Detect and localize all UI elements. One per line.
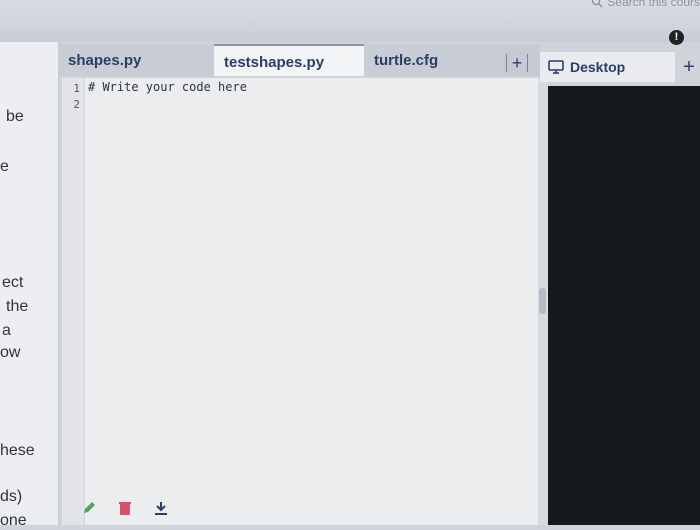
instruction-fragment: one [0,512,27,529]
tab-testshapes-py[interactable]: testshapes.py [214,44,364,76]
top-bar: Search this cours [0,0,700,42]
search-icon [592,0,603,8]
tab-label: shapes.py [68,52,142,69]
monitor-icon [548,60,564,74]
desktop-terminal[interactable] [548,86,700,525]
search-box[interactable]: Search this cours [591,0,700,9]
editor-tab-bar: shapes.py testshapes.py turtle.cfg [58,44,540,76]
info-icon[interactable]: ! [669,30,684,45]
tab-turtle-cfg[interactable]: turtle.cfg [364,44,504,76]
instruction-fragment: hese [0,442,35,459]
tab-shapes-py[interactable]: shapes.py [58,44,214,76]
tab-label: testshapes.py [224,54,325,71]
instruction-fragment: e [0,158,9,175]
pencil-icon[interactable] [80,499,98,517]
scroll-thumb[interactable] [539,288,546,314]
add-desktop-button[interactable]: + [678,56,700,79]
instruction-fragment: ow [0,344,21,361]
tab-label: turtle.cfg [374,52,439,69]
code-editor[interactable] [62,78,538,525]
desktop-tab-label: Desktop [570,59,626,75]
code-line[interactable]: # Write your code here [88,80,247,94]
desktop-tab[interactable]: Desktop [540,52,675,82]
instructions-panel: be e ect the a ow hese ds) one [0,42,59,529]
search-placeholder: Search this cours [607,0,700,9]
instruction-fragment: ds) [0,488,23,505]
line-number: 1 [73,82,80,95]
instruction-fragment: a [2,322,11,339]
instruction-fragment: the [6,298,29,315]
instruction-fragment: be [6,108,24,125]
bottom-toolbar [80,499,170,517]
line-number: 2 [73,98,80,111]
trash-icon[interactable] [116,499,134,517]
instruction-fragment: ect [2,274,24,291]
line-gutter [62,78,85,525]
add-tab-button[interactable]: + [506,54,528,72]
download-icon[interactable] [152,499,170,517]
